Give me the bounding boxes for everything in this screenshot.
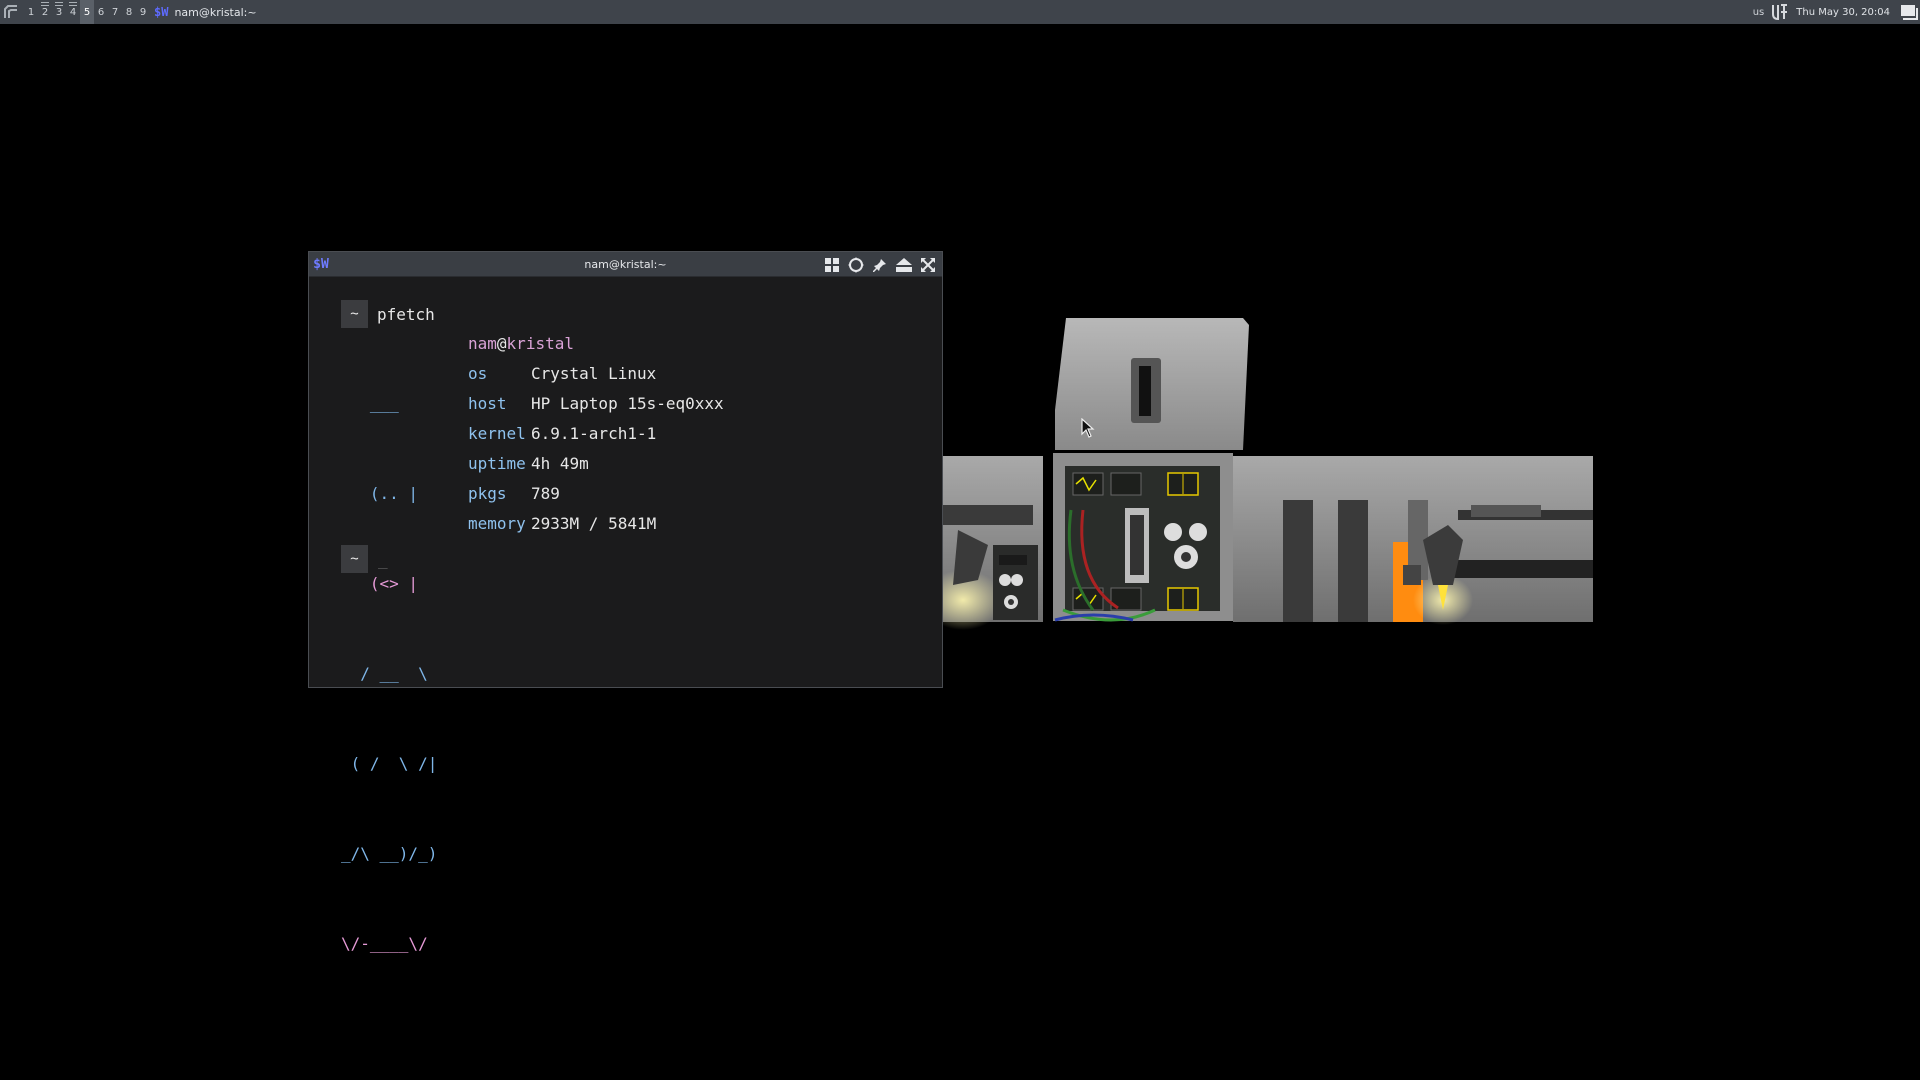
info-value: 2933M / 5841M	[531, 514, 657, 533]
move-icon	[848, 256, 864, 273]
workspace-8-button[interactable]: 8	[122, 0, 136, 24]
user-host-line: nam @ kristal	[468, 329, 724, 359]
pin-button[interactable]	[868, 253, 892, 277]
clock[interactable]: Thu May 30, 20:04	[1796, 7, 1890, 18]
info-value: 4h 49m	[531, 454, 589, 473]
info-value: HP Laptop 15s-eq0xxx	[531, 394, 724, 413]
terminal-app-icon: $W	[154, 5, 169, 19]
info-row-uptime: uptime 4h 49m	[468, 449, 724, 479]
minimize-icon	[896, 257, 912, 272]
info-key: uptime	[468, 454, 526, 473]
ascii-logo: ___ (.. | (<> | / __ \ ( / \ /| _/\ __)/…	[341, 329, 437, 1019]
tile-button[interactable]	[820, 253, 844, 277]
ascii-logo-line: _/\ __)/_)	[341, 844, 438, 863]
minimize-button[interactable]	[892, 253, 916, 277]
tile-icon	[825, 257, 839, 272]
ascii-logo-line: \/-____\/	[341, 934, 428, 953]
workspace-5-button[interactable]: 5	[80, 0, 94, 24]
at-sign: @	[496, 334, 507, 353]
text-cursor: _	[378, 549, 388, 569]
window-titlebar[interactable]: $W nam@kristal:~	[309, 252, 942, 277]
ascii-logo-line: ___	[341, 394, 399, 413]
ascii-logo-line: / __ \	[341, 664, 428, 683]
info-key: memory	[468, 514, 526, 533]
machine-cabinet	[1053, 318, 1249, 622]
top-panel: 123456789 $W nam@kristal:~ us Thu May 30…	[0, 0, 1920, 24]
info-row-memory: memory 2933M / 5841M	[468, 509, 724, 539]
username: nam	[468, 334, 497, 353]
prompt-symbol: ~	[341, 545, 368, 573]
workspace-2-button[interactable]: 2	[38, 0, 52, 24]
system-info: nam @ kristal os Crystal Linux host HP Lap…	[468, 329, 724, 539]
window-controls	[820, 252, 940, 277]
workspace-switcher: 123456789	[24, 0, 150, 24]
terminal-output[interactable]: ~ pfetch ___ (.. | (<> | / __ \ ( / \ /|…	[309, 277, 942, 953]
info-key: os	[468, 364, 488, 383]
workspace-1-button[interactable]: 1	[24, 0, 38, 24]
workspace-7-button[interactable]: 7	[108, 0, 122, 24]
info-key: pkgs	[468, 484, 507, 503]
system-tray: us Thu May 30, 20:04	[1753, 0, 1920, 24]
maximize-icon	[921, 257, 935, 272]
info-row-host: host HP Laptop 15s-eq0xxx	[468, 389, 724, 419]
pin-icon	[873, 258, 886, 272]
info-key: host	[468, 394, 507, 413]
wallpaper-illustration	[943, 318, 1593, 630]
workspace-6-button[interactable]: 6	[94, 0, 108, 24]
info-row-kernel: kernel 6.9.1-arch1-1	[468, 419, 724, 449]
command-text: pfetch	[377, 304, 435, 324]
show-desktop-button[interactable]	[1898, 0, 1920, 24]
hostname: kristal	[506, 334, 574, 353]
info-value: 789	[531, 484, 560, 503]
workspace-9-button[interactable]: 9	[136, 0, 150, 24]
terminal-app-icon[interactable]: $W	[309, 252, 333, 276]
move-button[interactable]	[844, 253, 868, 277]
system-logo-icon[interactable]	[1770, 2, 1790, 22]
workspace-3-button[interactable]: 3	[52, 0, 66, 24]
wall-letters	[1233, 456, 1593, 625]
prompt-symbol: ~	[341, 300, 368, 328]
workspace-4-button[interactable]: 4	[66, 0, 80, 24]
ascii-logo-line: (.. |	[341, 484, 419, 503]
menu-icon	[4, 5, 17, 18]
terminal-window[interactable]: $W nam@kristal:~ ~ pfetch ___ (.. | (<> …	[308, 251, 943, 953]
info-value: Crystal Linux	[531, 364, 657, 383]
prompt-line-current[interactable]: ~ _	[341, 544, 388, 574]
ascii-logo-line: ( / \ /|	[341, 754, 438, 773]
info-key: kernel	[468, 424, 526, 443]
prompt-line: ~ pfetch	[341, 299, 435, 329]
mouse-pointer-icon	[1081, 418, 1095, 438]
show-desktop-icon	[1901, 5, 1918, 20]
keyboard-layout-indicator[interactable]: us	[1753, 7, 1765, 18]
info-value: 6.9.1-arch1-1	[531, 424, 657, 443]
info-row-pkgs: pkgs 789	[468, 479, 724, 509]
taskbar-item-terminal[interactable]: $W nam@kristal:~	[154, 0, 257, 24]
info-row-os: os Crystal Linux	[468, 359, 724, 389]
menu-button[interactable]	[0, 0, 22, 24]
taskbar-item-title: nam@kristal:~	[174, 5, 257, 19]
maximize-button[interactable]	[916, 253, 940, 277]
